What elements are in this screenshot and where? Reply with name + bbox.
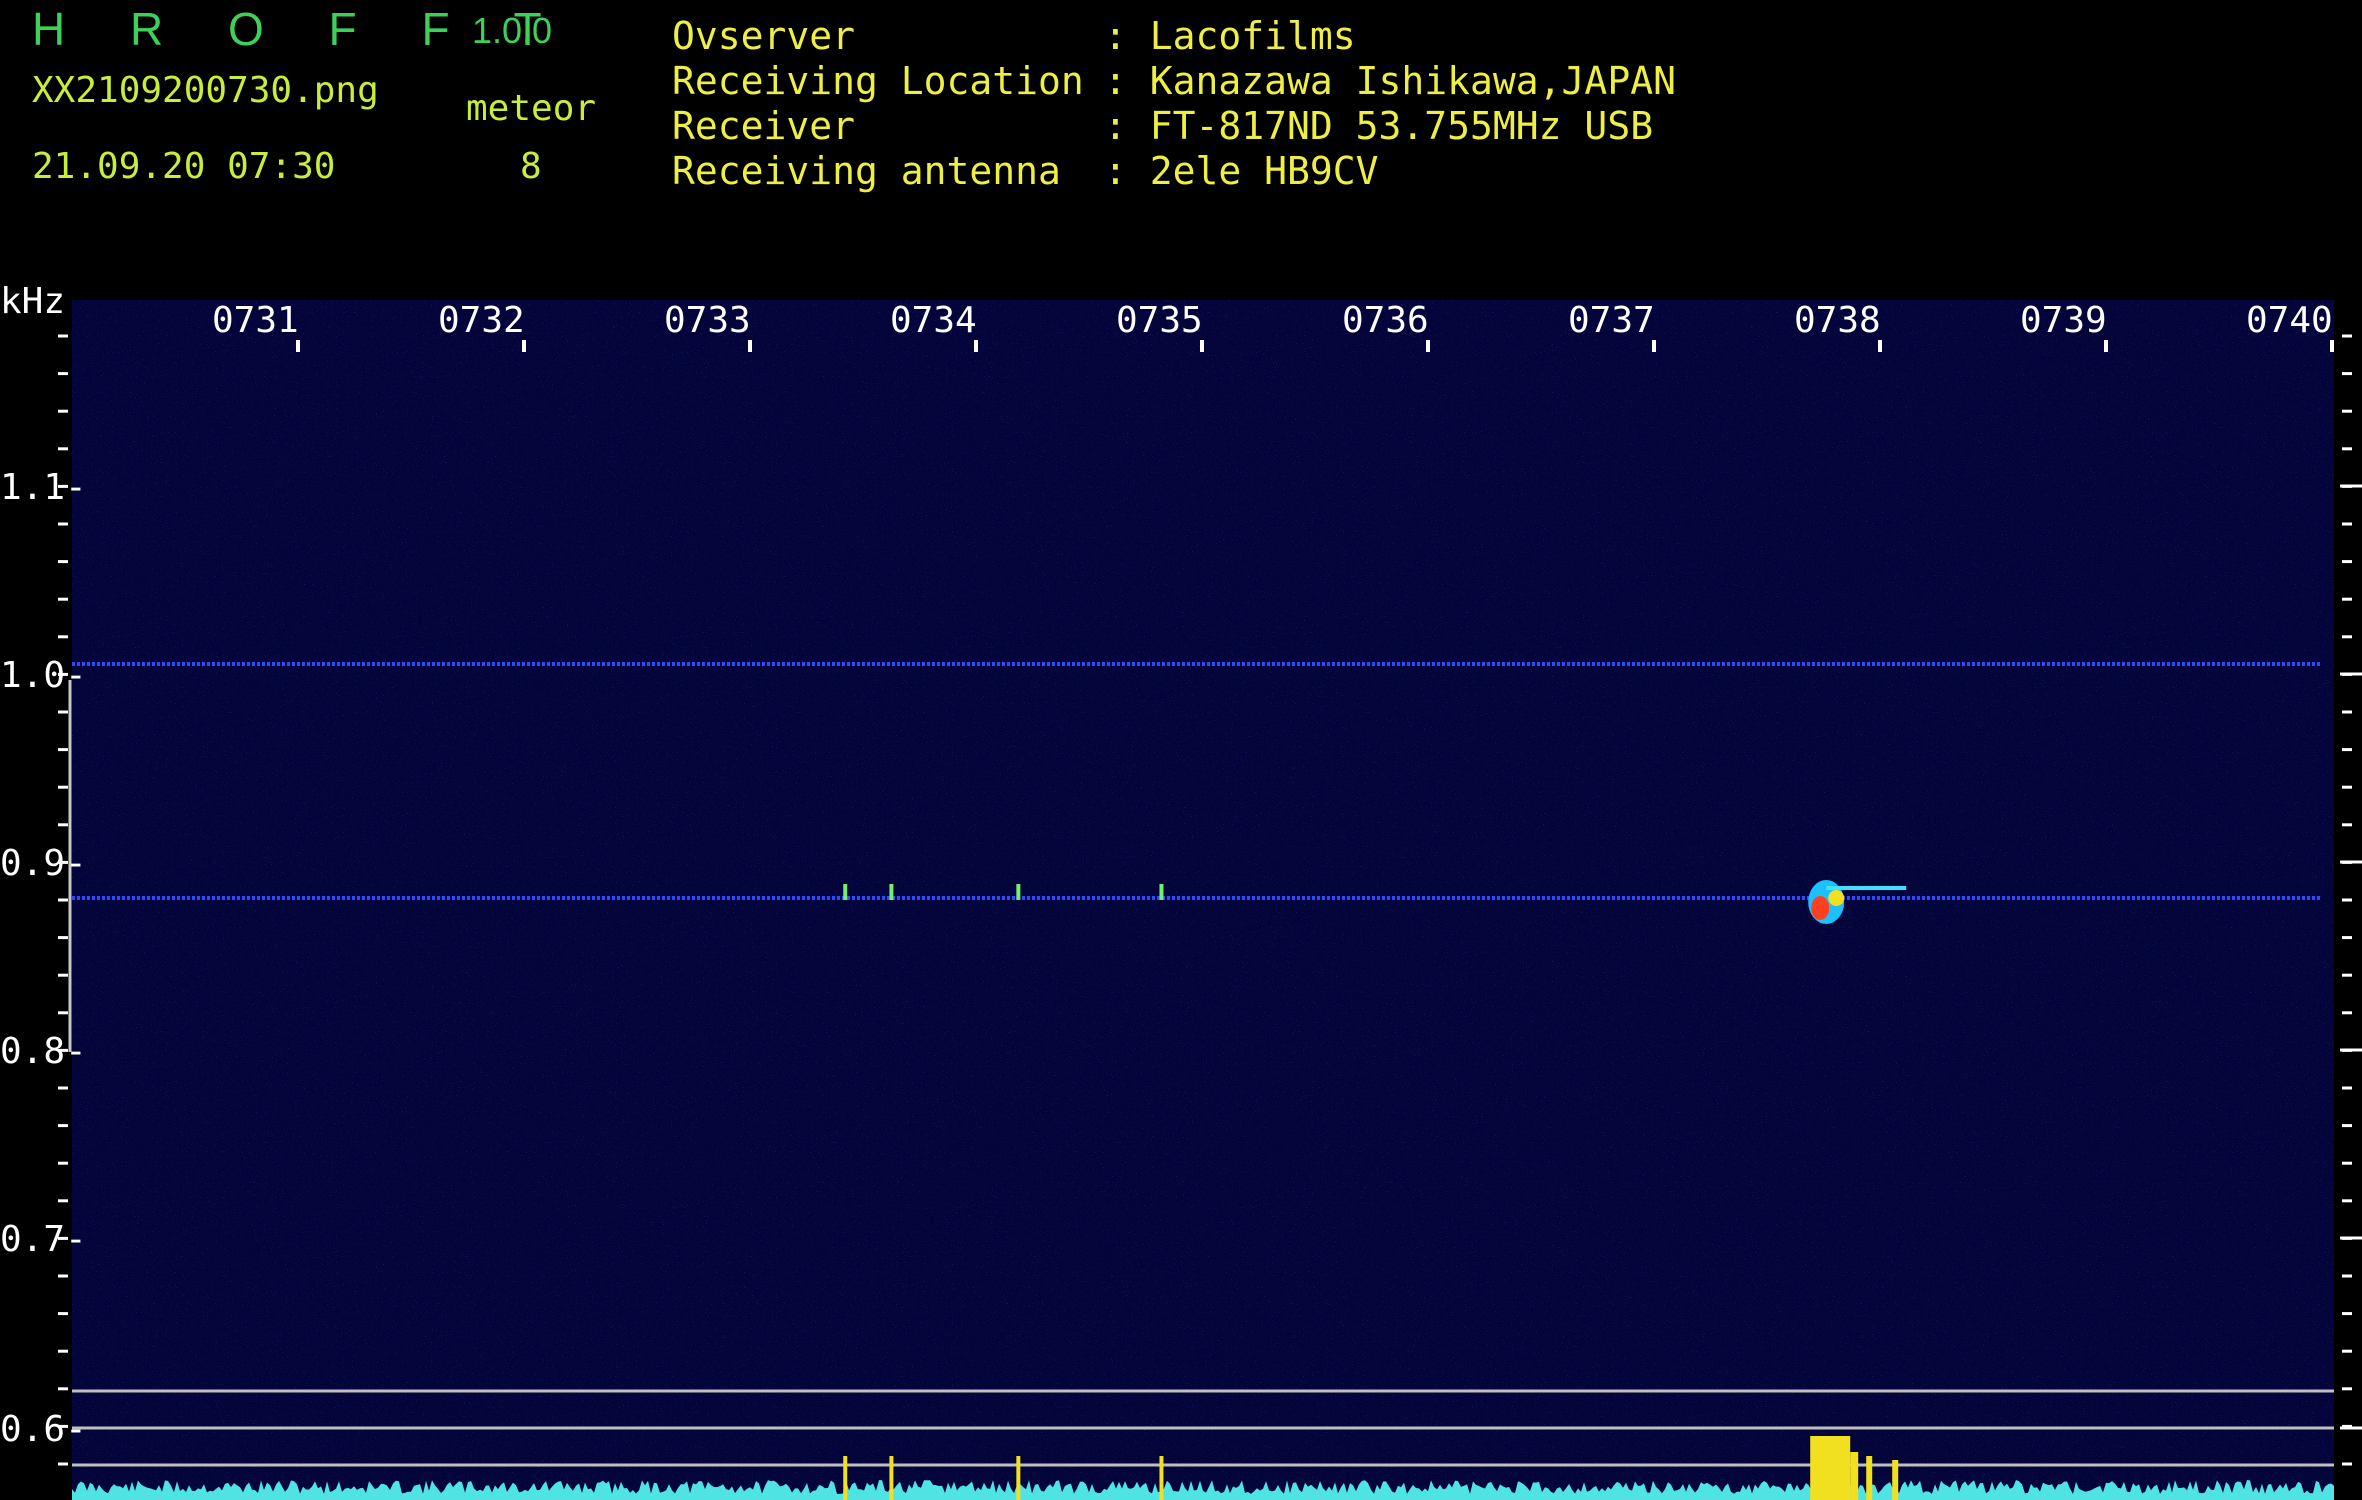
x-tick-label: 0732 (438, 300, 525, 341)
y-tick-label: 1.0- (0, 655, 87, 696)
y-tick-label: 1.1- (0, 467, 87, 508)
x-tick-label: 0740 (2246, 300, 2333, 341)
y-axis-unit-label: kHz (0, 281, 65, 322)
x-tick-label: 0735 (1116, 300, 1203, 341)
amplitude-burst (1850, 1452, 1859, 1500)
amplitude-burst (1016, 1456, 1021, 1500)
y-tick-label: 0.8- (0, 1031, 87, 1072)
amplitude-burst (843, 1456, 848, 1500)
amplitude-burst (1892, 1460, 1899, 1500)
x-tick-label: 0731 (212, 300, 299, 341)
meteor-echo-core (1811, 896, 1830, 920)
x-tick-label: 0737 (1568, 300, 1655, 341)
y-tick-label: 0.9- (0, 843, 87, 884)
amplitude-burst (1810, 1436, 1851, 1500)
amplitude-burst (889, 1456, 894, 1500)
y-tick-label: 0.6- (0, 1409, 87, 1450)
x-tick-label: 0733 (664, 300, 751, 341)
amplitude-burst (1159, 1456, 1164, 1500)
y-tick-label: 0.7- (0, 1219, 87, 1260)
amplitude-burst (1866, 1456, 1873, 1500)
x-tick-label: 0739 (2020, 300, 2107, 341)
x-tick-label: 0738 (1794, 300, 1881, 341)
meteor-echo-core (1828, 890, 1845, 906)
x-tick-label: 0734 (890, 300, 977, 341)
spectrogram-plot: 0731 0732 0733 0734 0735 0736 0737 0738 0739 0740… (0, 281, 2362, 1500)
x-tick-label: 0736 (1342, 300, 1429, 341)
